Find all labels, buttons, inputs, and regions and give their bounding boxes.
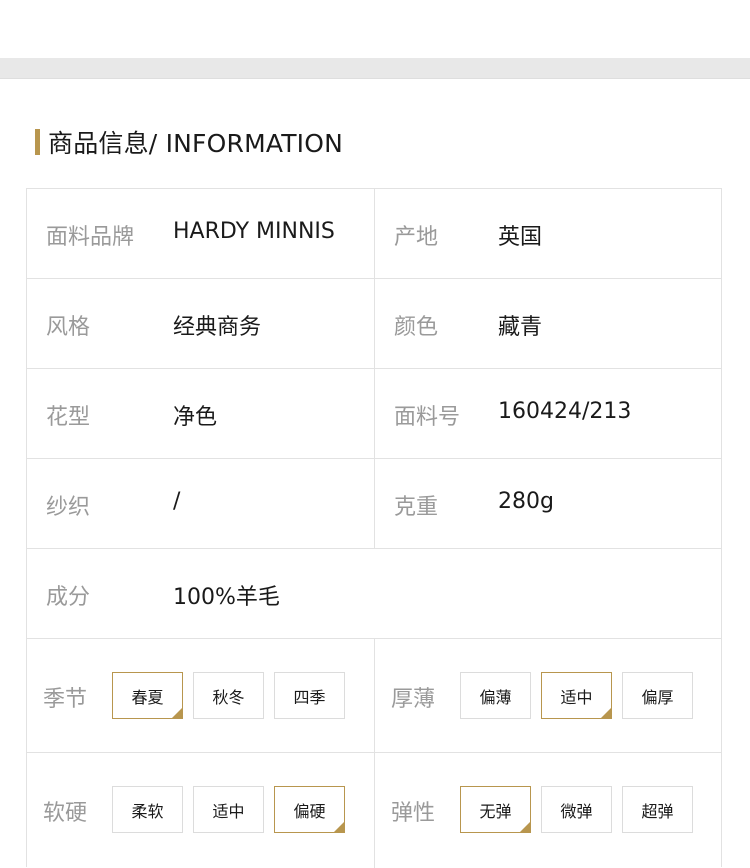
- info-table: 面料品牌 HARDY MINNIS 产地 英国 风格 经典商务 颜色 藏青 花型…: [26, 188, 722, 868]
- option-row: 季节 春夏 秋冬 四季 厚薄 偏薄 适中 偏厚: [27, 639, 721, 753]
- section-header: 商品信息/ INFORMATION: [35, 127, 344, 158]
- info-cell: 花型 净色: [27, 369, 375, 458]
- option-cell-elasticity: 弹性 无弹 微弹 超弹: [375, 753, 721, 868]
- info-value-yarn-count: /: [173, 489, 181, 514]
- thickness-label: 厚薄: [391, 687, 436, 712]
- info-label-color: 颜色: [394, 315, 439, 340]
- thickness-option-medium[interactable]: 适中: [541, 672, 612, 719]
- info-value-color: 藏青: [498, 315, 543, 340]
- info-cell: 克重 280g: [375, 459, 721, 548]
- section-divider-band: [0, 58, 750, 79]
- info-cell: 颜色 藏青: [375, 279, 721, 368]
- option-cell-hardness: 软硬 柔软 适中 偏硬: [27, 753, 375, 868]
- elasticity-option-none[interactable]: 无弹: [460, 786, 531, 833]
- info-value-fabric-number: 160424/213: [498, 399, 632, 424]
- season-option-autumn-winter[interactable]: 秋冬: [193, 672, 264, 719]
- info-label-weight: 克重: [394, 495, 439, 520]
- info-label-style: 风格: [46, 315, 91, 340]
- info-value-fabric-brand: HARDY MINNIS: [173, 219, 335, 244]
- info-cell: 面料品牌 HARDY MINNIS: [27, 189, 375, 278]
- info-row: 风格 经典商务 颜色 藏青: [27, 279, 721, 369]
- season-option-all-season[interactable]: 四季: [274, 672, 345, 719]
- elasticity-label: 弹性: [391, 801, 436, 826]
- info-value-weight: 280g: [498, 489, 554, 514]
- info-label-fabric-brand: 面料品牌: [46, 225, 135, 250]
- info-row: 面料品牌 HARDY MINNIS 产地 英国: [27, 189, 721, 279]
- hardness-option-firm[interactable]: 偏硬: [274, 786, 345, 833]
- info-value-style: 经典商务: [173, 315, 262, 340]
- info-row: 纱织 / 克重 280g: [27, 459, 721, 549]
- thickness-option-thin[interactable]: 偏薄: [460, 672, 531, 719]
- info-cell: 产地 英国: [375, 189, 721, 278]
- hardness-label: 软硬: [43, 801, 88, 826]
- info-label-yarn-count: 纱织: [46, 495, 91, 520]
- option-cell-thickness: 厚薄 偏薄 适中 偏厚: [375, 639, 721, 752]
- info-label-pattern: 花型: [46, 405, 91, 430]
- elasticity-option-high[interactable]: 超弹: [622, 786, 693, 833]
- season-label: 季节: [43, 687, 88, 712]
- info-label-composition: 成分: [46, 585, 91, 610]
- elasticity-option-slight[interactable]: 微弹: [541, 786, 612, 833]
- option-row: 软硬 柔软 适中 偏硬 弹性 无弹 微弹 超弹: [27, 753, 721, 868]
- info-cell: 成分 100%羊毛: [27, 549, 721, 638]
- info-value-composition: 100%羊毛: [173, 585, 280, 610]
- info-value-origin: 英国: [498, 225, 543, 250]
- season-option-spring-summer[interactable]: 春夏: [112, 672, 183, 719]
- title-accent-bar: [35, 129, 40, 155]
- info-cell: 面料号 160424/213: [375, 369, 721, 458]
- section-title: 商品信息/ INFORMATION: [48, 129, 344, 158]
- hardness-option-soft[interactable]: 柔软: [112, 786, 183, 833]
- hardness-option-medium[interactable]: 适中: [193, 786, 264, 833]
- top-area: [0, 0, 750, 58]
- info-cell: 风格 经典商务: [27, 279, 375, 368]
- thickness-option-thick[interactable]: 偏厚: [622, 672, 693, 719]
- info-label-origin: 产地: [394, 225, 439, 250]
- info-cell: 纱织 /: [27, 459, 375, 548]
- info-row: 成分 100%羊毛: [27, 549, 721, 639]
- info-label-fabric-number: 面料号: [394, 405, 461, 430]
- info-row: 花型 净色 面料号 160424/213: [27, 369, 721, 459]
- info-value-pattern: 净色: [173, 405, 218, 430]
- option-cell-season: 季节 春夏 秋冬 四季: [27, 639, 375, 752]
